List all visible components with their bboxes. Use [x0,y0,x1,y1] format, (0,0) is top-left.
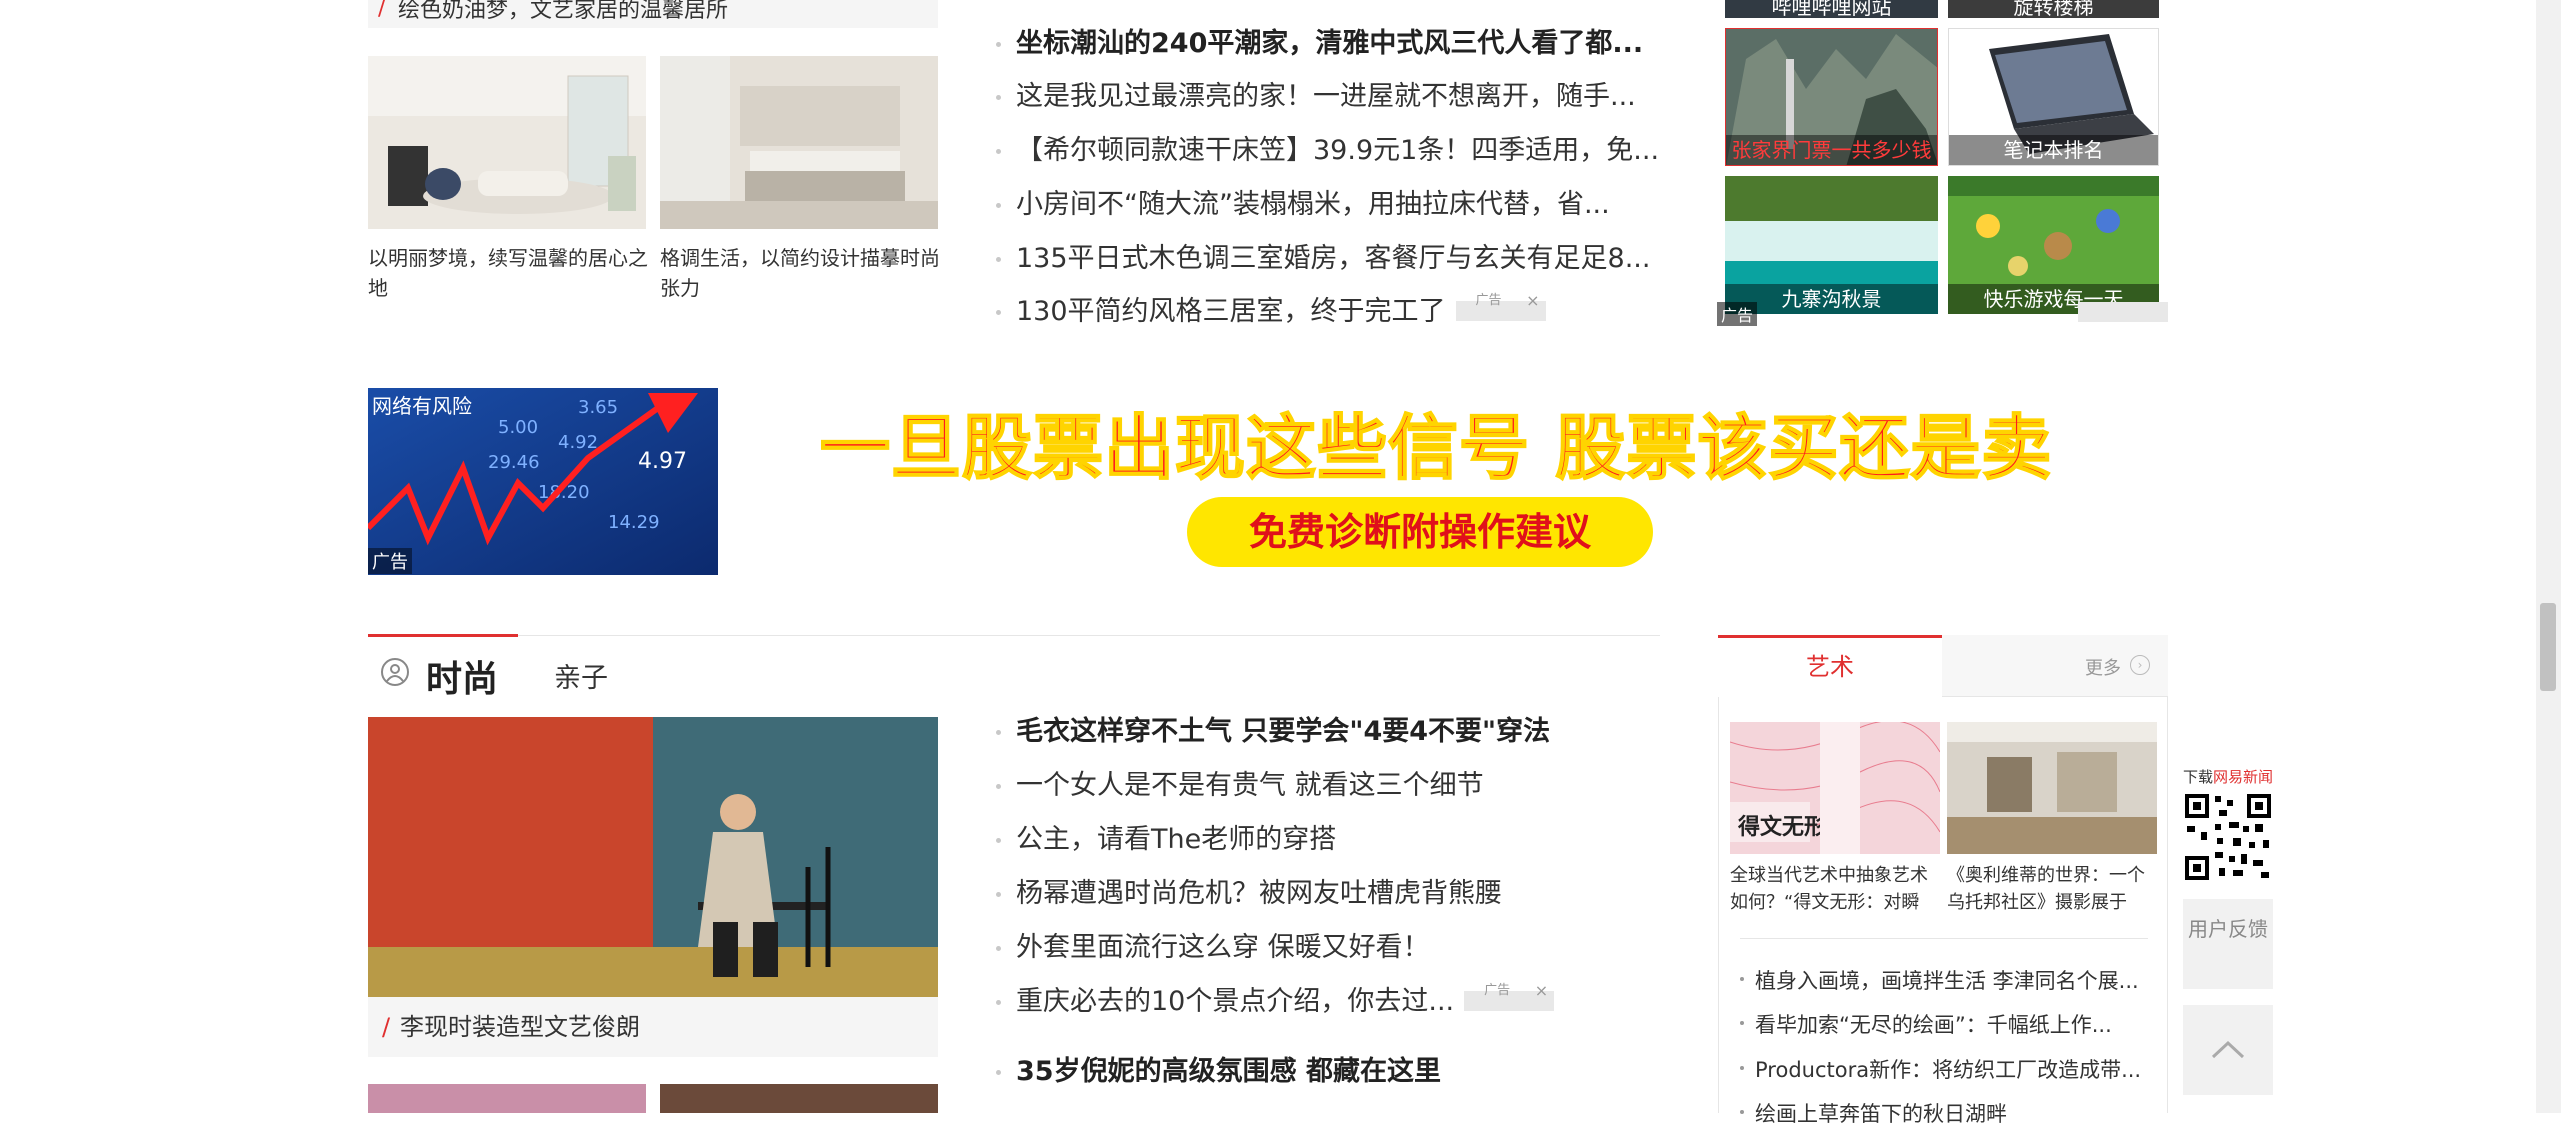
banner-ad-label: 广告 [368,548,412,574]
home-photo-2[interactable] [660,56,938,229]
more-link[interactable]: 更多 [2085,654,2121,680]
home-photo-1[interactable] [368,56,646,229]
thumb-laptop[interactable]: 笔记本排名 [1948,28,2159,166]
ad-badge: 广告 × [1455,291,1546,321]
bullet-icon [996,730,1001,735]
bullet-icon [1740,1110,1744,1114]
risk-warning-label: 网络有风险 [372,394,472,418]
back-to-top-button[interactable] [2183,1005,2273,1095]
bullet-icon [996,149,1001,154]
svg-text:4.92: 4.92 [558,432,598,453]
thumb-zhangjiajie[interactable]: 张家界门票一共多少钱 [1725,28,1938,166]
top-photo-caption[interactable]: / 绘色奶油梦，文艺家居的温馨居所 [368,0,938,28]
svg-text:4.97: 4.97 [638,449,687,474]
home-photo-2-caption[interactable]: 格调生活，以简约设计描摹时尚张力 [660,243,940,303]
thumbs-ad-badge [2078,302,2168,322]
scrollbar-thumb[interactable] [2540,603,2556,691]
bullet-icon [1740,977,1744,981]
bullet-icon [1740,1021,1744,1025]
home-photo-1-caption[interactable]: 以明丽梦境，续写温馨的居心之地 [368,243,648,303]
bullet-icon [996,1070,1001,1075]
caption-slash-icon: / [378,0,386,21]
svg-text:29.46: 29.46 [488,452,540,473]
feedback-button[interactable]: 用户反馈 [2183,899,2273,989]
bullet-icon [996,838,1001,843]
qr-code-icon[interactable] [2183,792,2273,882]
svg-text:5.00: 5.00 [498,417,538,438]
stock-ad-headline[interactable]: 一旦股票出现这些信号 股票该买还是卖 [819,392,2052,493]
tab-art[interactable]: 艺术 [1718,635,1942,697]
bullet-icon [996,257,1001,262]
art-card-2-caption[interactable]: 《奥利维蒂的世界：一个乌托邦社区》摄影展于 [1947,862,2162,916]
art-card-1-image[interactable]: 得文无形 [1730,722,1940,854]
page-scrollbar[interactable] [2536,0,2561,1113]
stock-ad-cta-label[interactable]: 免费诊断附操作建议 [1187,497,1653,567]
thumb-stairs[interactable]: 旋转楼梯 [1948,0,2159,18]
bullet-icon [996,946,1001,951]
thumb-jiuzhaigou[interactable]: 九寨沟秋景 [1725,176,1938,314]
thumb-bilibili[interactable]: 哔哩哔哩网站 [1725,0,1938,18]
caption-slash-icon: / [382,1013,391,1041]
bullet-icon [996,42,1001,47]
tab-parenting[interactable]: 亲子 [554,656,608,695]
section-active-bar [368,634,518,637]
bullet-icon [996,1000,1001,1005]
tab-fashion[interactable]: 时尚 [426,650,498,702]
fashion-photo[interactable] [368,717,938,997]
bullet-icon [996,784,1001,789]
fashion-photo-caption[interactable]: / 李现时装造型文艺俊朗 [368,997,938,1057]
bullet-icon [996,95,1001,100]
bullet-icon [996,203,1001,208]
thumb-game[interactable]: 快乐游戏每一天 [1948,176,2159,314]
bullet-icon [996,892,1001,897]
art-card-2-image[interactable] [1947,722,2157,854]
art-divider [1740,938,2148,939]
chevron-up-icon [2211,1040,2245,1059]
close-icon[interactable]: × [1535,981,1548,1001]
ad-badge: 广告 × [1464,981,1555,1011]
app-download-label: 下载网易新闻 [2183,768,2274,786]
section-divider [368,635,1660,636]
svg-text:3.65: 3.65 [578,397,618,418]
bullet-icon [1740,1066,1744,1070]
svg-text:14.29: 14.29 [608,512,660,533]
bullet-icon [996,310,1001,315]
close-icon[interactable]: × [1526,291,1539,311]
chevron-right-icon[interactable]: › [2130,655,2150,675]
top-caption-text: 绘色奶油梦，文艺家居的温馨居所 [398,0,729,23]
svg-text:得文无形: 得文无形 [1737,814,1826,840]
art-card-1-caption[interactable]: 全球当代艺术中抽象艺术如何？“得文无形：对瞬 [1730,862,1945,916]
fashion-icon [380,657,410,687]
thumbs-ad-label: 广告 [1717,302,1758,326]
fashion-thumb-1[interactable] [368,1084,646,1113]
fashion-thumb-2[interactable] [660,1084,938,1113]
